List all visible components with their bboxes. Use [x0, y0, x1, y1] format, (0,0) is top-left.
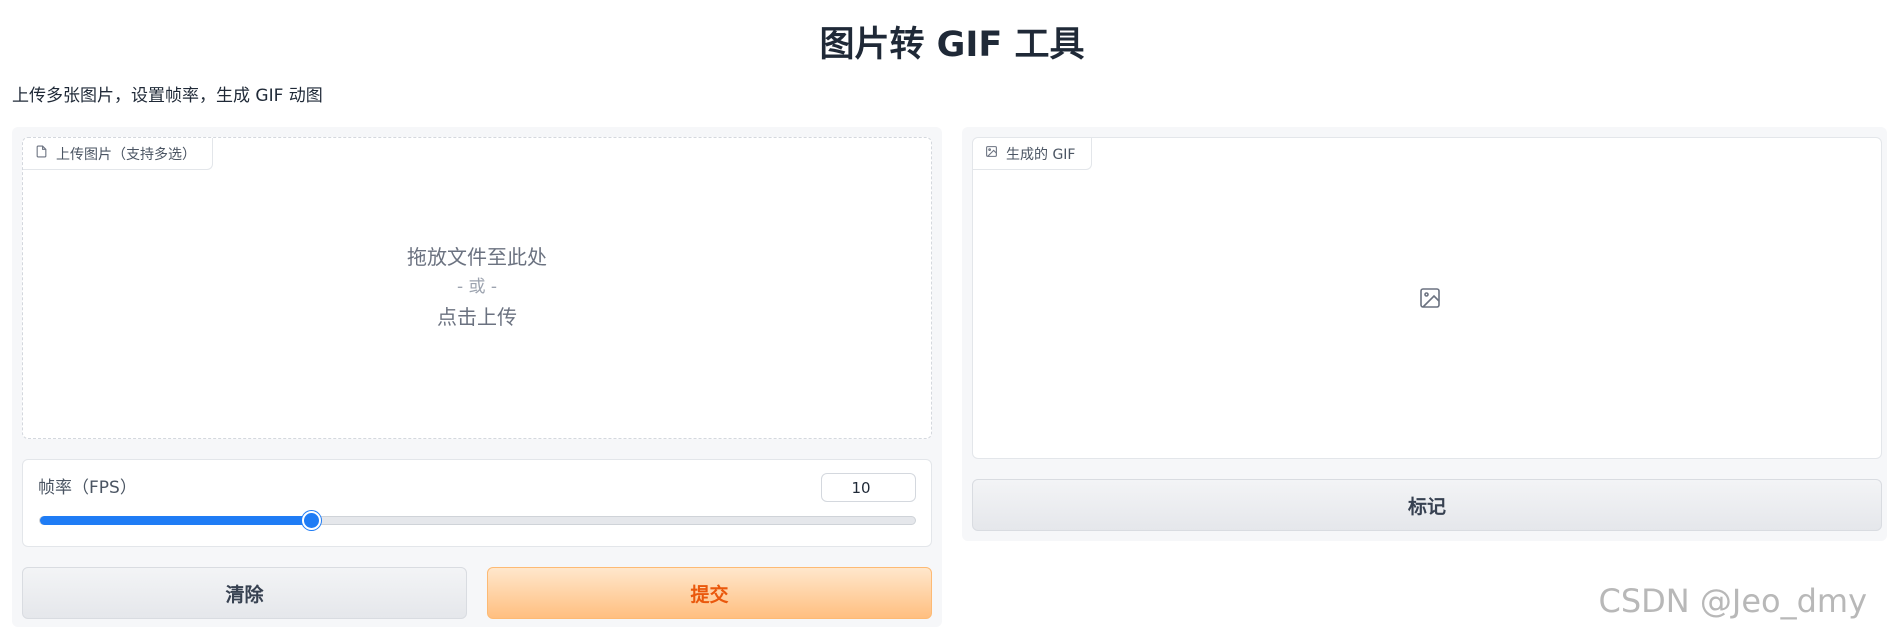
drop-instructions: 拖放文件至此处 - 或 - 点击上传 [23, 242, 931, 332]
page-description: 上传多张图片，设置帧率，生成 GIF 动图 [12, 86, 323, 106]
clear-button[interactable]: 清除 [22, 567, 467, 619]
upload-label: 上传图片（支持多选） [56, 146, 196, 163]
fps-slider-fill [40, 516, 312, 525]
image-placeholder-icon [1418, 286, 1442, 310]
input-panel: 上传图片（支持多选） 拖放文件至此处 - 或 - 点击上传 帧率（FPS） 清除… [12, 127, 942, 627]
fps-number-input[interactable] [821, 473, 916, 502]
image-icon [985, 145, 998, 162]
click-upload-text[interactable]: 点击上传 [23, 302, 931, 332]
file-upload-dropzone[interactable]: 上传图片（支持多选） 拖放文件至此处 - 或 - 点击上传 [22, 137, 932, 439]
gif-output-area: 生成的 GIF [972, 137, 1882, 459]
page-title: 图片转 GIF 工具 [819, 25, 1085, 65]
fps-label: 帧率（FPS） [38, 478, 137, 498]
watermark: CSDN @Jeo_dmy [1598, 582, 1867, 620]
drop-text: 拖放文件至此处 [407, 245, 547, 269]
fps-slider-track[interactable] [39, 511, 916, 530]
file-icon [35, 145, 48, 162]
output-label-tag: 生成的 GIF [973, 138, 1093, 170]
output-panel: 生成的 GIF 标记 [962, 127, 1887, 541]
output-label: 生成的 GIF [1006, 146, 1076, 163]
flag-button[interactable]: 标记 [972, 479, 1882, 531]
submit-button[interactable]: 提交 [487, 567, 932, 619]
fps-slider-block: 帧率（FPS） [22, 459, 932, 547]
upload-label-tag: 上传图片（支持多选） [23, 138, 213, 170]
fps-slider-thumb[interactable] [301, 511, 321, 530]
or-separator: - 或 - [456, 277, 498, 297]
